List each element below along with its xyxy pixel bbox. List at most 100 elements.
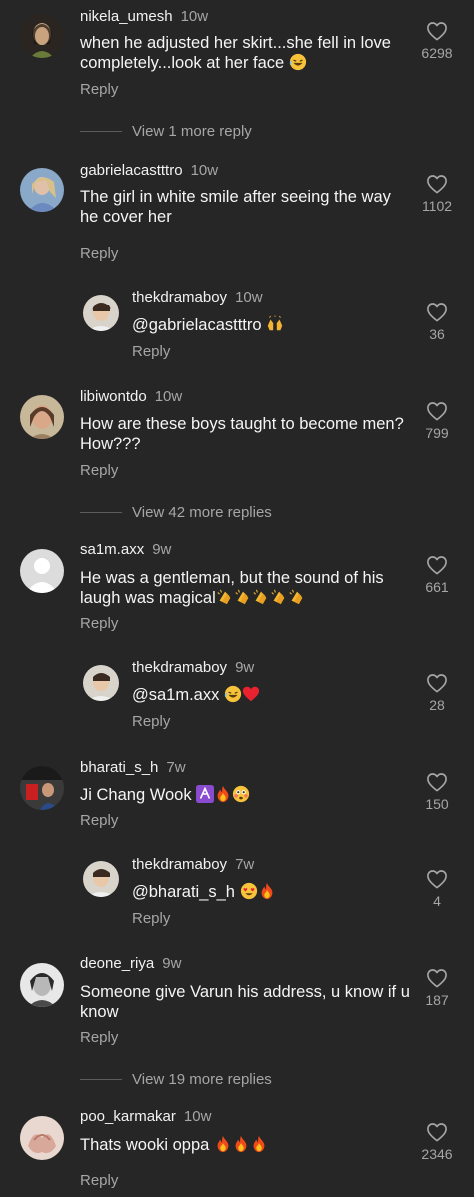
fire-emoji xyxy=(258,882,276,900)
comment-text: Thats wooki oppa xyxy=(80,1135,410,1155)
mention[interactable]: @gabrielacastttro xyxy=(132,316,262,334)
heart-outline-icon[interactable] xyxy=(426,302,448,322)
timestamp: 7w xyxy=(235,856,255,873)
like-control: 661 xyxy=(416,555,458,595)
avatar[interactable] xyxy=(83,665,119,701)
username-text[interactable]: thekdramaboy xyxy=(132,289,227,306)
avatar[interactable] xyxy=(20,963,64,1007)
red-heart-emoji xyxy=(242,685,260,703)
clapping-emoji xyxy=(270,588,288,606)
comment-text: The girl in white smile after seeing the… xyxy=(80,188,391,226)
mention[interactable]: @sa1m.axx xyxy=(132,686,219,704)
timestamp: 9w xyxy=(162,955,182,972)
reply-button[interactable]: Reply xyxy=(80,245,118,262)
divider-line xyxy=(80,1079,122,1080)
heart-outline-icon[interactable] xyxy=(426,555,448,575)
username-text[interactable]: deone_riya xyxy=(80,955,154,972)
comment-text: Someone give Varun his address, u know i… xyxy=(80,983,410,1021)
username[interactable]: thekdramaboy 10w xyxy=(132,289,263,306)
clapping-emoji xyxy=(252,588,270,606)
like-count: 4 xyxy=(433,893,441,909)
reply-button[interactable]: Reply xyxy=(80,462,118,479)
timestamp: 10w xyxy=(235,289,263,306)
view-more-label[interactable]: View 1 more reply xyxy=(132,123,252,140)
like-control: 150 xyxy=(416,772,458,812)
comment-text: @sa1m.axx xyxy=(132,685,402,705)
timestamp: 9w xyxy=(152,541,172,558)
avatar[interactable] xyxy=(83,295,119,331)
fire-emoji xyxy=(232,1135,250,1153)
username[interactable]: poo_karmakar 10w xyxy=(80,1108,211,1125)
reply-button[interactable]: Reply xyxy=(132,343,170,360)
avatar[interactable] xyxy=(20,395,64,439)
avatar[interactable] xyxy=(20,1116,64,1160)
timestamp: 7w xyxy=(166,759,186,776)
username[interactable]: thekdramaboy 9w xyxy=(132,659,254,676)
view-more-label[interactable]: View 19 more replies xyxy=(132,1071,272,1088)
mention[interactable]: @bharati_s_h xyxy=(132,883,235,901)
reply-button[interactable]: Reply xyxy=(80,1029,118,1046)
view-more-replies-button[interactable]: View 42 more replies xyxy=(80,504,272,521)
timestamp: 10w xyxy=(180,8,209,25)
flushed-emoji xyxy=(232,785,250,803)
reply-button[interactable]: Reply xyxy=(132,713,170,730)
username-text[interactable]: nikela_umesh xyxy=(80,8,173,25)
comment-body: when he adjusted her skirt...she fell in… xyxy=(80,34,391,72)
username[interactable]: nikela_umesh 10w xyxy=(80,8,208,25)
divider-line xyxy=(80,512,122,513)
like-count: 2346 xyxy=(421,1146,453,1162)
like-control: 4 xyxy=(416,869,458,909)
timestamp: 10w xyxy=(154,388,183,405)
like-count: 28 xyxy=(429,697,445,713)
view-more-label[interactable]: View 42 more replies xyxy=(132,504,272,521)
heart-outline-icon[interactable] xyxy=(426,968,448,988)
username[interactable]: gabrielacastttro 10w xyxy=(80,162,218,179)
clapping-emoji xyxy=(216,588,234,606)
divider-line xyxy=(80,131,122,132)
avatar[interactable] xyxy=(83,861,119,897)
like-control: 187 xyxy=(416,968,458,1008)
comment-text: @gabrielacastttro xyxy=(132,315,402,335)
raised-hands-emoji xyxy=(266,315,284,333)
heart-outline-icon[interactable] xyxy=(426,174,448,194)
comment-text: Ji Chang Wook xyxy=(80,785,410,805)
avatar[interactable] xyxy=(20,14,64,58)
username[interactable]: libiwontdo 10w xyxy=(80,388,182,405)
view-more-replies-button[interactable]: View 1 more reply xyxy=(80,123,252,140)
username-text[interactable]: thekdramaboy xyxy=(132,856,227,873)
view-more-replies-button[interactable]: View 19 more replies xyxy=(80,1071,272,1088)
username[interactable]: thekdramaboy 7w xyxy=(132,856,254,873)
timestamp: 9w xyxy=(235,659,255,676)
username-text[interactable]: sa1m.axx xyxy=(80,541,144,558)
username-text[interactable]: bharati_s_h xyxy=(80,759,158,776)
avatar[interactable] xyxy=(20,549,64,593)
username-text[interactable]: libiwontdo xyxy=(80,388,147,405)
reply-button[interactable]: Reply xyxy=(80,81,118,98)
like-control: 1102 xyxy=(416,174,458,214)
heart-outline-icon[interactable] xyxy=(426,869,448,889)
username-text[interactable]: thekdramaboy xyxy=(132,659,227,676)
avatar[interactable] xyxy=(20,168,64,212)
laughing-emoji xyxy=(224,685,242,703)
reply-button[interactable]: Reply xyxy=(80,1172,118,1189)
heart-outline-icon[interactable] xyxy=(426,772,448,792)
reply-button[interactable]: Reply xyxy=(80,812,118,829)
username-text[interactable]: gabrielacastttro xyxy=(80,162,183,179)
heart-outline-icon[interactable] xyxy=(426,1122,448,1142)
avatar[interactable] xyxy=(20,766,64,810)
timestamp: 10w xyxy=(190,162,219,179)
comment-text: @bharati_s_h xyxy=(132,882,402,902)
reply-button[interactable]: Reply xyxy=(80,615,118,632)
heart-outline-icon[interactable] xyxy=(426,673,448,693)
like-count: 150 xyxy=(425,796,449,812)
username[interactable]: deone_riya 9w xyxy=(80,955,181,972)
reply-button[interactable]: Reply xyxy=(132,910,170,927)
heart-outline-icon[interactable] xyxy=(426,21,448,41)
like-count: 187 xyxy=(425,992,449,1008)
like-count: 799 xyxy=(425,425,449,441)
username-text[interactable]: poo_karmakar xyxy=(80,1108,176,1125)
username[interactable]: sa1m.axx 9w xyxy=(80,541,171,558)
heart-outline-icon[interactable] xyxy=(426,401,448,421)
like-control: 799 xyxy=(416,401,458,441)
username[interactable]: bharati_s_h 7w xyxy=(80,759,186,776)
